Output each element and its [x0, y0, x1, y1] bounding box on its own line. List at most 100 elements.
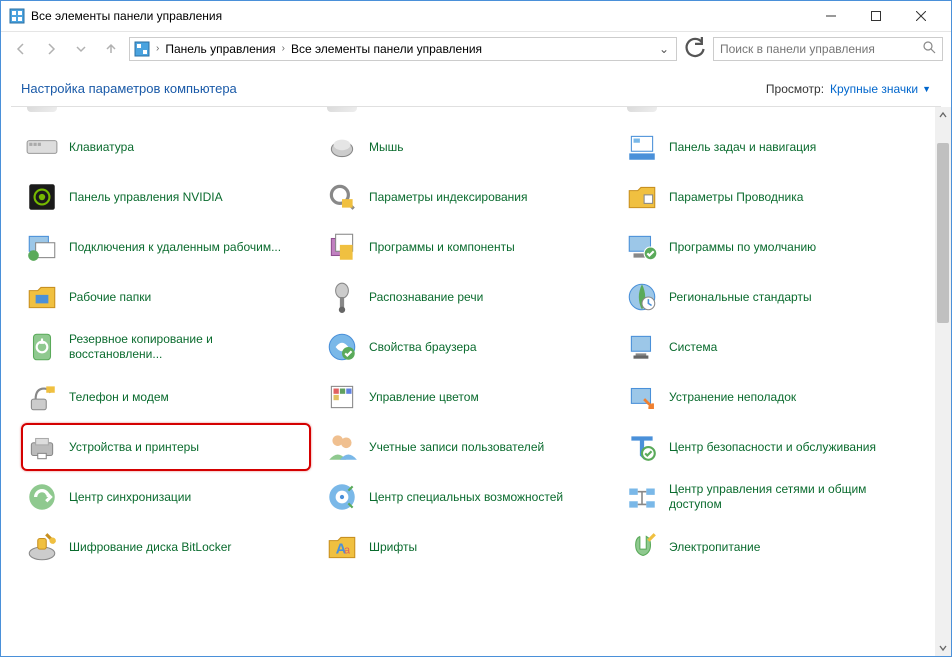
breadcrumb-dropdown[interactable]: ⌄	[656, 42, 672, 56]
control-panel-item[interactable]: Панель задач и навигация	[621, 123, 911, 171]
item-label: Программы и компоненты	[369, 240, 515, 255]
address-bar: › Панель управления › Все элементы панел…	[1, 31, 951, 65]
control-panel-item[interactable]: Центр безопасности и обслуживания	[621, 423, 911, 471]
item-icon	[25, 430, 59, 464]
item-label: Параметры индексирования	[369, 190, 527, 205]
item-label: Учетные записи пользователей	[369, 440, 544, 455]
breadcrumb-item-2[interactable]: Все элементы панели управления	[291, 42, 482, 56]
item-icon	[325, 330, 359, 364]
control-panel-item[interactable]: Центр синхронизации	[21, 473, 311, 521]
item-icon	[325, 107, 359, 114]
item-icon	[325, 180, 359, 214]
item-label: Телефон и модем	[69, 390, 169, 405]
recent-dropdown-icon[interactable]	[69, 37, 93, 61]
control-panel-item[interactable]: Параметры индексирования	[321, 173, 611, 221]
item-icon	[625, 107, 659, 114]
maximize-button[interactable]	[853, 2, 898, 30]
item-label: Программы по умолчанию	[669, 240, 816, 255]
item-icon	[325, 480, 359, 514]
item-label: Мышь	[369, 140, 404, 155]
control-panel-item[interactable]: Мышь	[321, 123, 611, 171]
item-icon	[25, 330, 59, 364]
titlebar: Все элементы панели управления	[1, 1, 951, 31]
item-icon	[625, 430, 659, 464]
chevron-right-icon[interactable]: ›	[280, 43, 287, 54]
page-title: Настройка параметров компьютера	[21, 81, 766, 96]
forward-button[interactable]	[39, 37, 63, 61]
item-icon	[25, 480, 59, 514]
control-panel-item[interactable]: Подключения к удаленным рабочим...	[21, 223, 311, 271]
scroll-up-button[interactable]	[935, 107, 951, 123]
breadcrumb-item-1[interactable]: Панель управления	[165, 42, 275, 56]
up-button[interactable]	[99, 37, 123, 61]
breadcrumb[interactable]: › Панель управления › Все элементы панел…	[129, 37, 677, 61]
window-buttons	[808, 2, 943, 30]
item-label: Управление цветом	[369, 390, 479, 405]
control-panel-item[interactable]: Шифрование диска BitLocker	[21, 523, 311, 571]
item-icon	[25, 130, 59, 164]
minimize-button[interactable]	[808, 2, 853, 30]
item-icon	[625, 180, 659, 214]
item-label: Региональные стандарты	[669, 290, 812, 305]
control-panel-item[interactable]	[621, 107, 911, 121]
control-panel-item[interactable]: Региональные стандарты	[621, 273, 911, 321]
item-label: Электропитание	[669, 540, 760, 555]
chevron-right-icon[interactable]: ›	[154, 43, 161, 54]
control-panel-item[interactable]: Система	[621, 323, 911, 371]
item-icon	[325, 430, 359, 464]
control-panel-item[interactable]: Учетные записи пользователей	[321, 423, 611, 471]
item-icon	[625, 380, 659, 414]
item-icon	[25, 280, 59, 314]
item-label: Распознавание речи	[369, 290, 483, 305]
control-panel-item[interactable]: Электропитание	[621, 523, 911, 571]
items-grid: Клавиатура Мышь Панель задач и навигация Па…	[21, 107, 943, 571]
control-panel-item[interactable]: Устройства и принтеры	[21, 423, 311, 471]
control-panel-item[interactable]: Панель управления NVIDIA	[21, 173, 311, 221]
control-panel-item[interactable]	[21, 107, 311, 121]
item-label: Система	[669, 340, 717, 355]
control-panel-item[interactable]: Резервное копирование и восстановлени...	[21, 323, 311, 371]
item-label: Клавиатура	[69, 140, 134, 155]
search-input[interactable]	[720, 42, 923, 56]
item-icon	[25, 530, 59, 564]
item-label: Центр специальных возможностей	[369, 490, 563, 505]
scrollbar-thumb[interactable]	[937, 143, 949, 323]
control-panel-item[interactable]: Устранение неполадок	[621, 373, 911, 421]
control-panel-item[interactable]	[321, 107, 611, 121]
item-icon	[625, 130, 659, 164]
scrollbar-track[interactable]	[935, 123, 951, 640]
item-label: Шифрование диска BitLocker	[69, 540, 231, 555]
item-icon: Aa	[325, 530, 359, 564]
control-panel-item[interactable]: Центр специальных возможностей	[321, 473, 611, 521]
back-button[interactable]	[9, 37, 33, 61]
control-panel-item[interactable]: Управление цветом	[321, 373, 611, 421]
item-label: Панель управления NVIDIA	[69, 190, 223, 205]
window-title: Все элементы панели управления	[31, 9, 808, 23]
close-button[interactable]	[898, 2, 943, 30]
control-panel-item[interactable]: Распознавание речи	[321, 273, 611, 321]
item-label: Центр безопасности и обслуживания	[669, 440, 876, 455]
control-panel-item[interactable]: Телефон и модем	[21, 373, 311, 421]
content-area: Клавиатура Мышь Панель задач и навигация Па…	[1, 107, 951, 656]
item-icon	[325, 230, 359, 264]
view-selector[interactable]: Крупные значки ▼	[830, 82, 931, 96]
control-panel-icon	[134, 41, 150, 57]
control-panel-item[interactable]: Центр управления сетями и общим доступом	[621, 473, 911, 521]
control-panel-item[interactable]: Клавиатура	[21, 123, 311, 171]
control-panel-item[interactable]: Свойства браузера	[321, 323, 611, 371]
item-icon	[25, 230, 59, 264]
view-label: Просмотр:	[766, 82, 824, 96]
scroll-down-button[interactable]	[935, 640, 951, 656]
item-label: Шрифты	[369, 540, 417, 555]
control-panel-item[interactable]: Рабочие папки	[21, 273, 311, 321]
search-box[interactable]	[713, 37, 943, 61]
refresh-button[interactable]	[683, 37, 707, 61]
control-panel-item[interactable]: Программы и компоненты	[321, 223, 611, 271]
item-label: Параметры Проводника	[669, 190, 803, 205]
item-label: Рабочие папки	[69, 290, 151, 305]
control-panel-item[interactable]: Aa Шрифты	[321, 523, 611, 571]
control-panel-item[interactable]: Параметры Проводника	[621, 173, 911, 221]
item-icon	[625, 280, 659, 314]
control-panel-item[interactable]: Программы по умолчанию	[621, 223, 911, 271]
window: Все элементы панели управления › Панель …	[0, 0, 952, 657]
